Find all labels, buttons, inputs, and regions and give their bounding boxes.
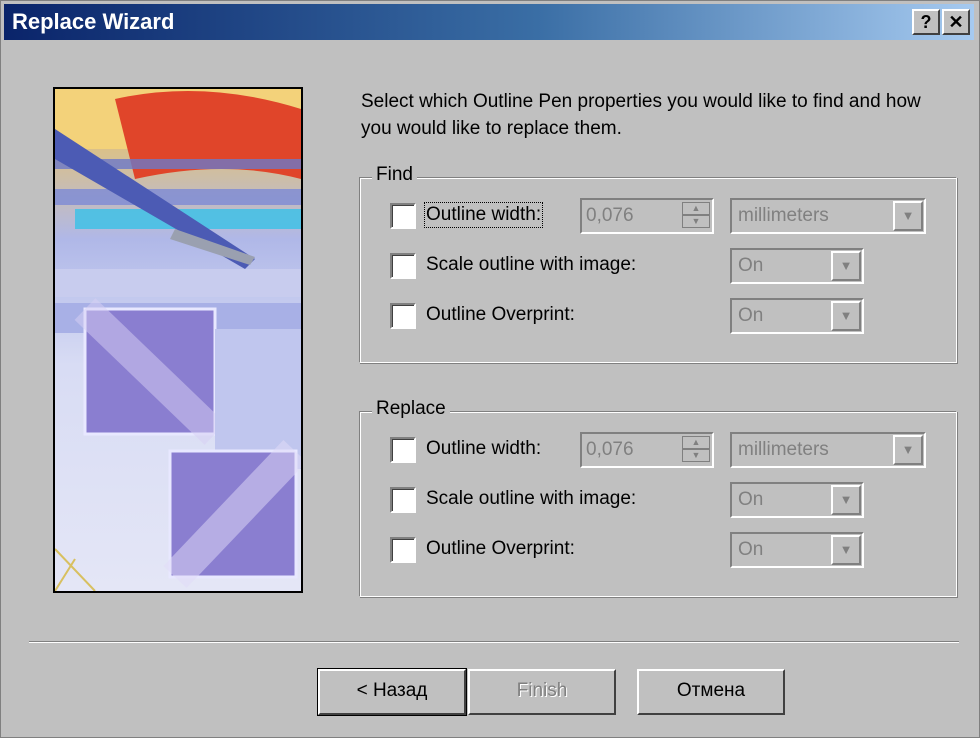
chevron-down-icon[interactable]: ▼ <box>831 485 861 515</box>
replace-scale-outline-row: Scale outline with image: On ▼ <box>360 482 956 518</box>
cancel-button[interactable]: Отмена <box>637 669 785 715</box>
replace-wizard-dialog: Replace Wizard ? ✕ Select which Outline … <box>0 0 980 738</box>
chevron-down-icon[interactable]: ▼ <box>831 301 861 331</box>
replace-legend: Replace <box>372 398 450 420</box>
wizard-illustration <box>53 87 303 593</box>
replace-outline-width-spinner[interactable]: 0,076 ▲ ▼ <box>580 432 714 468</box>
replace-outline-width-label[interactable]: Outline width: <box>426 438 541 460</box>
replace-group: Replace Outline width: 0,076 ▲ ▼ millime… <box>359 398 957 597</box>
find-overprint-checkbox[interactable] <box>390 303 416 329</box>
wizard-artwork <box>55 89 301 591</box>
replace-unit-value: millimeters <box>738 439 829 460</box>
chevron-down-icon[interactable]: ▼ <box>831 535 861 565</box>
title-bar[interactable]: Replace Wizard ? ✕ <box>4 4 974 40</box>
find-scale-outline-label[interactable]: Scale outline with image: <box>426 254 636 276</box>
chevron-down-icon[interactable]: ▼ <box>831 251 861 281</box>
replace-outline-width-row: Outline width: 0,076 ▲ ▼ millimeters ▼ <box>360 432 956 468</box>
replace-scale-outline-checkbox[interactable] <box>390 487 416 513</box>
find-outline-width-row: Outline width: 0,076 ▲ ▼ millimeters ▼ <box>360 198 956 234</box>
spin-down-icon[interactable]: ▼ <box>682 215 710 228</box>
find-unit-value: millimeters <box>738 205 829 226</box>
find-scale-outline-value: On <box>738 255 764 276</box>
replace-overprint-row: Outline Overprint: On ▼ <box>360 532 956 568</box>
find-group: Find Outline width: 0,076 ▲ ▼ millimeter… <box>359 164 957 363</box>
find-overprint-value: On <box>738 305 764 326</box>
back-button[interactable]: < Назад <box>317 668 467 716</box>
button-separator <box>29 641 959 643</box>
finish-button[interactable]: Finish <box>468 669 616 715</box>
replace-overprint-value: On <box>738 539 764 560</box>
find-overprint-row: Outline Overprint: On ▼ <box>360 298 956 334</box>
find-scale-outline-checkbox[interactable] <box>390 253 416 279</box>
find-overprint-dropdown[interactable]: On ▼ <box>730 298 864 334</box>
help-button[interactable]: ? <box>912 9 940 35</box>
find-legend: Find <box>372 164 417 186</box>
find-overprint-label[interactable]: Outline Overprint: <box>426 304 575 326</box>
find-outline-width-spinner[interactable]: 0,076 ▲ ▼ <box>580 198 714 234</box>
window-title: Replace Wizard <box>12 9 175 34</box>
replace-outline-width-value: 0,076 <box>586 439 634 460</box>
spin-up-icon[interactable]: ▲ <box>682 436 710 449</box>
replace-scale-outline-dropdown[interactable]: On ▼ <box>730 482 864 518</box>
spin-down-icon[interactable]: ▼ <box>682 449 710 462</box>
replace-unit-dropdown[interactable]: millimeters ▼ <box>730 432 926 468</box>
spin-up-icon[interactable]: ▲ <box>682 202 710 215</box>
find-outline-width-checkbox[interactable] <box>390 203 416 229</box>
close-button[interactable]: ✕ <box>942 9 970 35</box>
wizard-description: Select which Outline Pen properties you … <box>361 91 921 139</box>
find-unit-dropdown[interactable]: millimeters ▼ <box>730 198 926 234</box>
find-outline-width-label[interactable]: Outline width: <box>423 202 544 228</box>
find-scale-outline-row: Scale outline with image: On ▼ <box>360 248 956 284</box>
find-outline-width-value: 0,076 <box>586 205 634 226</box>
find-scale-outline-dropdown[interactable]: On ▼ <box>730 248 864 284</box>
replace-scale-outline-value: On <box>738 489 764 510</box>
chevron-down-icon[interactable]: ▼ <box>893 435 923 465</box>
replace-scale-outline-label[interactable]: Scale outline with image: <box>426 488 636 510</box>
replace-overprint-dropdown[interactable]: On ▼ <box>730 532 864 568</box>
chevron-down-icon[interactable]: ▼ <box>893 201 923 231</box>
replace-outline-width-checkbox[interactable] <box>390 437 416 463</box>
replace-overprint-label[interactable]: Outline Overprint: <box>426 538 575 560</box>
replace-overprint-checkbox[interactable] <box>390 537 416 563</box>
